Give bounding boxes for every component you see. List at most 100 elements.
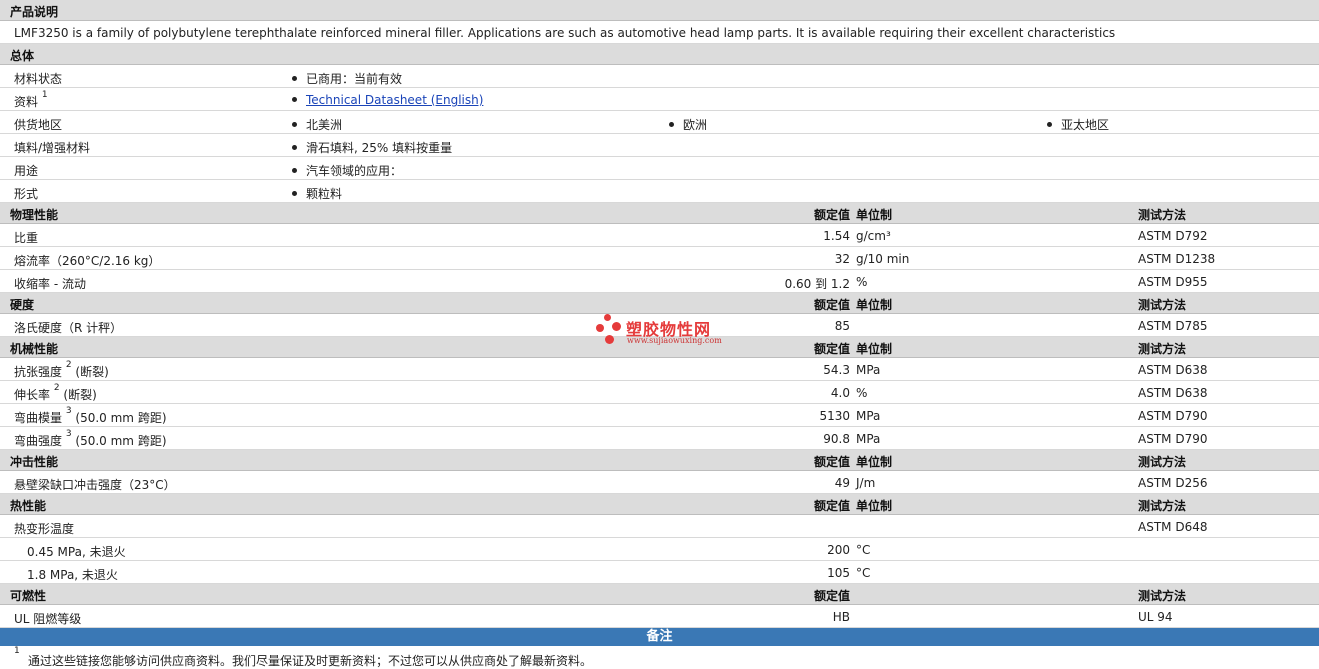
property-label: 弯曲强度 3 (50.0 mm 跨距) bbox=[14, 429, 167, 449]
property-value: 105 bbox=[827, 566, 850, 580]
column-header-test: 测试方法 bbox=[1138, 499, 1187, 513]
property-condition: (50.0 mm 跨距) bbox=[75, 434, 167, 448]
property-unit: g/10 min bbox=[856, 252, 910, 266]
section-header-thermal: 热性能 额定值 单位制 测试方法 bbox=[0, 494, 1319, 515]
footnote-ref: 2 bbox=[65, 360, 72, 370]
bullet-icon bbox=[1047, 122, 1052, 127]
property-row: 收缩率 - 流动 0.60 到 1.2 % ASTM D955 bbox=[0, 270, 1319, 293]
region-value: 北美洲 bbox=[306, 118, 343, 132]
property-row: 伸长率 2 (断裂) 4.0 % ASTM D638 bbox=[0, 381, 1319, 404]
general-row-use: 用途 汽车领域的应用： bbox=[0, 157, 1319, 180]
bullet-icon bbox=[292, 145, 297, 150]
property-value: 4.0 bbox=[830, 386, 850, 400]
property-row: 弯曲模量 3 (50.0 mm 跨距) 5130 MPa ASTM D790 bbox=[0, 404, 1319, 427]
property-test-method: ASTM D785 bbox=[1138, 319, 1208, 333]
property-value: 49 bbox=[834, 476, 850, 490]
row-value: 汽车领域的应用： bbox=[292, 162, 402, 179]
column-header-test: 测试方法 bbox=[1138, 342, 1187, 356]
row-value: Technical Datasheet (English) bbox=[292, 93, 483, 107]
column-header-unit: 单位制 bbox=[856, 499, 893, 513]
property-name: 弯曲强度 bbox=[14, 434, 63, 448]
section-title: 物理性能 bbox=[10, 208, 59, 222]
general-row-filler: 填料/增强材料 滑石填料, 25% 填料按重量 bbox=[0, 134, 1319, 157]
column-header-value: 额定值 bbox=[813, 455, 850, 469]
property-row: 热变形温度 ASTM D648 bbox=[0, 515, 1319, 538]
technical-datasheet-link[interactable]: Technical Datasheet (English) bbox=[306, 93, 483, 107]
column-header-unit: 单位制 bbox=[856, 455, 893, 469]
filler-value: 滑石填料, 25% 填料按重量 bbox=[306, 141, 453, 155]
region-item: 欧洲 bbox=[669, 116, 707, 133]
property-row: UL 阻燃等级 HB UL 94 bbox=[0, 605, 1319, 628]
property-row: 悬壁梁缺口冲击强度（23°C） 49 J/m ASTM D256 bbox=[0, 471, 1319, 494]
region-item: 亚太地区 bbox=[1047, 116, 1109, 133]
column-header-test: 测试方法 bbox=[1138, 298, 1187, 312]
watermark-dot bbox=[605, 335, 614, 344]
property-label: 1.8 MPa, 未退火 bbox=[27, 568, 118, 582]
bullet-icon bbox=[292, 97, 297, 102]
property-name: 弯曲模量 bbox=[14, 411, 63, 425]
column-header-unit: 单位制 bbox=[856, 298, 893, 312]
section-header-description: 产品说明 bbox=[0, 0, 1319, 21]
section-title: 机械性能 bbox=[10, 342, 59, 356]
section-header-impact: 冲击性能 额定值 单位制 测试方法 bbox=[0, 450, 1319, 471]
region-value: 欧洲 bbox=[683, 118, 708, 132]
property-label: 熔流率（260°C/2.16 kg） bbox=[14, 254, 161, 268]
section-header-general: 总体 bbox=[0, 44, 1319, 65]
region-item: 北美洲 bbox=[292, 116, 342, 133]
row-value: 颗粒料 bbox=[292, 185, 342, 202]
property-test-method: ASTM D792 bbox=[1138, 229, 1208, 243]
general-row-status: 材料状态 已商用：当前有效 bbox=[0, 65, 1319, 88]
property-unit: MPa bbox=[856, 409, 881, 423]
column-header-value: 额定值 bbox=[813, 208, 850, 222]
row-label: 材料状态 bbox=[14, 72, 63, 86]
column-header-value: 额定值 bbox=[813, 342, 850, 356]
property-value: 90.8 bbox=[823, 432, 850, 446]
footnote: 1 通过这些链接您能够访问供应商资料。我们尽量保证及时更新资料；不过您可以从供应… bbox=[0, 646, 1319, 668]
section-title: 硬度 bbox=[10, 298, 35, 312]
column-header-value: 额定值 bbox=[813, 499, 850, 513]
property-row: 0.45 MPa, 未退火 200 °C bbox=[0, 538, 1319, 561]
row-value: 已商用：当前有效 bbox=[292, 70, 402, 87]
property-test-method: ASTM D1238 bbox=[1138, 252, 1216, 266]
property-unit: J/m bbox=[856, 476, 876, 490]
property-value: HB bbox=[832, 610, 850, 624]
description-row: LMF3250 is a family of polybutylene tere… bbox=[0, 21, 1319, 44]
property-label: 伸长率 2 (断裂) bbox=[14, 383, 97, 403]
bullet-icon bbox=[292, 76, 297, 81]
status-value: 已商用：当前有效 bbox=[306, 72, 403, 86]
property-label: 热变形温度 bbox=[14, 522, 75, 536]
property-row: 1.8 MPa, 未退火 105 °C bbox=[0, 561, 1319, 584]
section-header-physical: 物理性能 额定值 单位制 测试方法 bbox=[0, 203, 1319, 224]
property-row: 弯曲强度 3 (50.0 mm 跨距) 90.8 MPa ASTM D790 bbox=[0, 427, 1319, 450]
property-unit: % bbox=[856, 386, 868, 400]
bullet-icon bbox=[292, 191, 297, 196]
column-header-unit: 单位制 bbox=[856, 208, 893, 222]
watermark-dot bbox=[612, 322, 621, 331]
property-unit: °C bbox=[856, 543, 871, 557]
column-header-test: 测试方法 bbox=[1138, 208, 1187, 222]
footnote-ref: 3 bbox=[65, 429, 72, 439]
section-title: 热性能 bbox=[10, 499, 47, 513]
property-label: 收缩率 - 流动 bbox=[14, 277, 86, 291]
bullet-icon bbox=[292, 122, 297, 127]
property-value: 5130 bbox=[819, 409, 850, 423]
property-test-method: ASTM D256 bbox=[1138, 476, 1208, 490]
property-value: 85 bbox=[834, 319, 850, 333]
property-label: 0.45 MPa, 未退火 bbox=[27, 545, 126, 559]
property-name: 伸长率 bbox=[14, 388, 51, 402]
footnote-ref: 2 bbox=[53, 383, 60, 393]
footnote-number: 1 bbox=[14, 646, 20, 656]
row-value: 滑石填料, 25% 填料按重量 bbox=[292, 139, 452, 156]
use-value: 汽车领域的应用： bbox=[306, 164, 403, 178]
notes-header: 备注 bbox=[0, 628, 1319, 646]
property-condition: (断裂) bbox=[75, 365, 109, 379]
section-title: 总体 bbox=[10, 49, 35, 63]
property-value: 54.3 bbox=[823, 363, 850, 377]
row-label: 用途 bbox=[14, 164, 39, 178]
property-unit: MPa bbox=[856, 432, 881, 446]
property-label: 比重 bbox=[14, 231, 39, 245]
watermark-url: www.sujiaowuxing.com bbox=[627, 336, 722, 345]
section-title: 产品说明 bbox=[10, 5, 59, 19]
property-row: 比重 1.54 g/cm³ ASTM D792 bbox=[0, 224, 1319, 247]
property-value: 1.54 bbox=[823, 229, 850, 243]
